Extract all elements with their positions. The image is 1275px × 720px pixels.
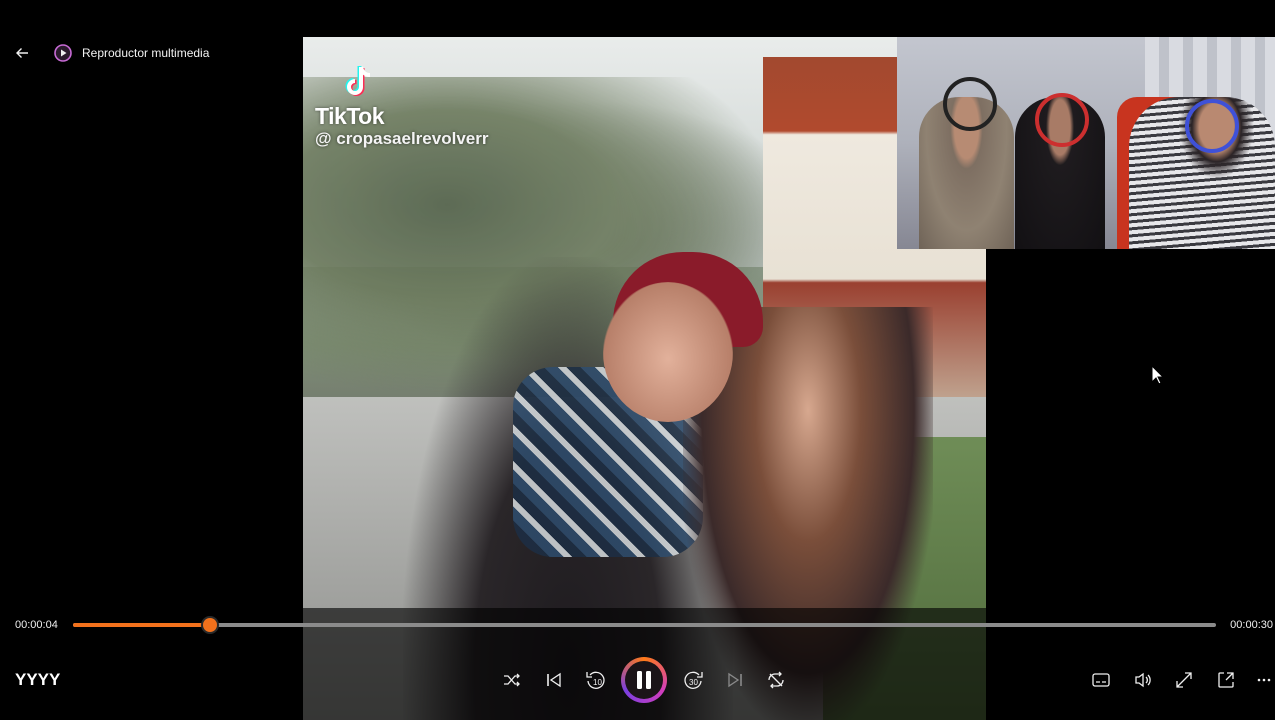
shuffle-icon (504, 673, 520, 687)
pause-icon (637, 671, 651, 689)
repeat-icon (768, 671, 784, 689)
title-bar: Reproductor multimedia (0, 37, 1275, 68)
rewind-seconds-label: 10 (593, 678, 602, 687)
forward-button[interactable]: 30 (678, 665, 708, 695)
webcam-overlay (897, 37, 1275, 249)
forward-seconds-label: 30 (689, 678, 698, 687)
fullscreen-icon (1176, 672, 1192, 688)
more-button[interactable] (1253, 665, 1275, 695)
play-pause-button[interactable] (621, 657, 667, 703)
rewind-10-icon: 10 (586, 671, 605, 689)
fullscreen-button[interactable] (1169, 665, 1199, 695)
top-black-band (0, 0, 1275, 37)
forward-30-icon: 30 (684, 671, 703, 689)
subtitles-button[interactable] (1086, 665, 1116, 695)
playback-controls: 00:00:04 00:00:30 YYYY 10 30 (0, 608, 1275, 720)
total-time: 00:00:30 (1230, 619, 1273, 631)
tiktok-logo-icon (343, 65, 373, 104)
seek-thumb[interactable] (203, 618, 218, 632)
now-playing-title: YYYY (15, 670, 61, 689)
repeat-button[interactable] (761, 665, 791, 695)
mouse-cursor-icon (1151, 364, 1165, 390)
headphones-icon (943, 77, 997, 131)
headphones-icon (1185, 99, 1239, 153)
seek-bar-progress (73, 623, 211, 627)
headphones-icon (1035, 93, 1089, 147)
next-button[interactable] (720, 665, 750, 695)
previous-icon (547, 672, 561, 688)
app-title: Reproductor multimedia (82, 45, 210, 60)
media-player-icon (54, 43, 72, 62)
rewind-button[interactable]: 10 (581, 665, 611, 695)
back-arrow-icon[interactable] (0, 37, 44, 68)
seek-bar[interactable] (73, 618, 1216, 632)
shuffle-button[interactable] (497, 665, 527, 695)
tiktok-handle: @ cropasaelrevolverr (315, 129, 489, 148)
miniplayer-icon (1218, 672, 1234, 688)
current-time: 00:00:04 (15, 619, 58, 631)
next-icon (728, 672, 742, 688)
subtitles-icon (1092, 673, 1110, 687)
more-icon (1257, 678, 1271, 682)
miniplayer-button[interactable] (1211, 665, 1241, 695)
volume-button[interactable] (1128, 665, 1158, 695)
tiktok-brand: TikTok (315, 103, 385, 129)
previous-button[interactable] (539, 665, 569, 695)
volume-icon (1135, 672, 1151, 688)
